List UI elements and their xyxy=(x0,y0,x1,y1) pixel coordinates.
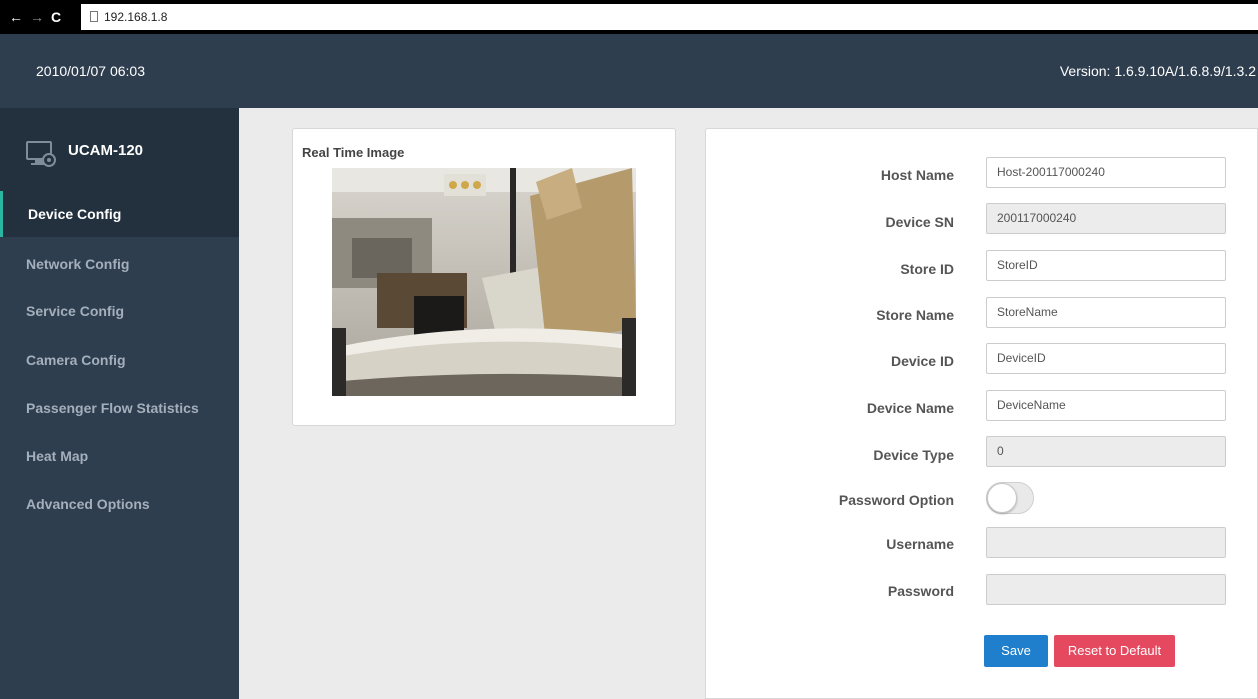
device-sn-input: 200117000240 xyxy=(986,203,1226,234)
sidebar-item-service-config[interactable]: Service Config xyxy=(0,288,239,334)
back-arrow-icon[interactable]: ← xyxy=(9,8,23,26)
host-name-label: Host Name xyxy=(880,167,954,183)
device-config-form: Host Name Host-200117000240 Device SN 20… xyxy=(705,128,1258,699)
forward-arrow-icon[interactable]: → xyxy=(30,8,44,26)
camera-feed xyxy=(332,168,636,396)
reset-to-default-button[interactable]: Reset to Default xyxy=(1054,635,1175,667)
password-option-label: Password Option xyxy=(838,492,954,508)
sidebar-item-network-config[interactable]: Network Config xyxy=(0,241,239,287)
camera-scene xyxy=(332,168,636,396)
brand: UCAM-120 xyxy=(0,108,239,191)
sidebar: UCAM-120 Device Config Network Config Se… xyxy=(0,108,239,699)
address-bar[interactable]: 192.168.1.8 xyxy=(81,4,1258,30)
store-name-label: Store Name xyxy=(876,307,954,323)
sidebar-item-device-config[interactable]: Device Config xyxy=(0,191,239,237)
store-name-input[interactable]: StoreName xyxy=(986,297,1226,328)
device-type-input: 0 xyxy=(986,436,1226,467)
header-version: Version: 1.6.9.10A/1.6.8.9/1.3.2 xyxy=(1059,63,1256,79)
monitor-gear-icon xyxy=(26,141,56,167)
toggle-knob xyxy=(987,483,1017,513)
header-datetime: 2010/01/07 06:03 xyxy=(36,63,145,79)
device-sn-label: Device SN xyxy=(885,214,954,230)
store-id-label: Store ID xyxy=(900,261,954,277)
brand-name: UCAM-120 xyxy=(68,142,144,159)
reload-icon[interactable]: C xyxy=(51,8,61,26)
page-icon xyxy=(90,11,98,22)
store-id-input[interactable]: StoreID xyxy=(986,250,1226,281)
device-name-label: Device Name xyxy=(866,400,954,416)
device-name-input[interactable]: DeviceName xyxy=(986,390,1226,421)
device-id-input[interactable]: DeviceID xyxy=(986,343,1226,374)
device-id-label: Device ID xyxy=(890,353,954,369)
sidebar-item-passenger-flow-statistics[interactable]: Passenger Flow Statistics xyxy=(0,385,239,431)
browser-toolbar: ← → C 192.168.1.8 xyxy=(0,0,1258,34)
app-header: 2010/01/07 06:03 Version: 1.6.9.10A/1.6.… xyxy=(0,34,1258,108)
host-name-input[interactable]: Host-200117000240 xyxy=(986,157,1226,188)
panel-title: Real Time Image xyxy=(302,145,405,160)
password-input[interactable] xyxy=(986,574,1226,605)
password-option-toggle[interactable] xyxy=(986,482,1034,514)
sidebar-item-camera-config[interactable]: Camera Config xyxy=(0,337,239,383)
username-label: Username xyxy=(886,536,954,552)
sidebar-item-advanced-options[interactable]: Advanced Options xyxy=(0,481,239,527)
username-input[interactable] xyxy=(986,527,1226,558)
sidebar-item-heat-map[interactable]: Heat Map xyxy=(0,433,239,479)
password-label: Password xyxy=(887,583,954,599)
device-type-label: Device Type xyxy=(873,447,954,463)
save-button[interactable]: Save xyxy=(984,635,1048,667)
url-text: 192.168.1.8 xyxy=(104,10,168,24)
real-time-image-panel: Real Time Image xyxy=(292,128,676,426)
